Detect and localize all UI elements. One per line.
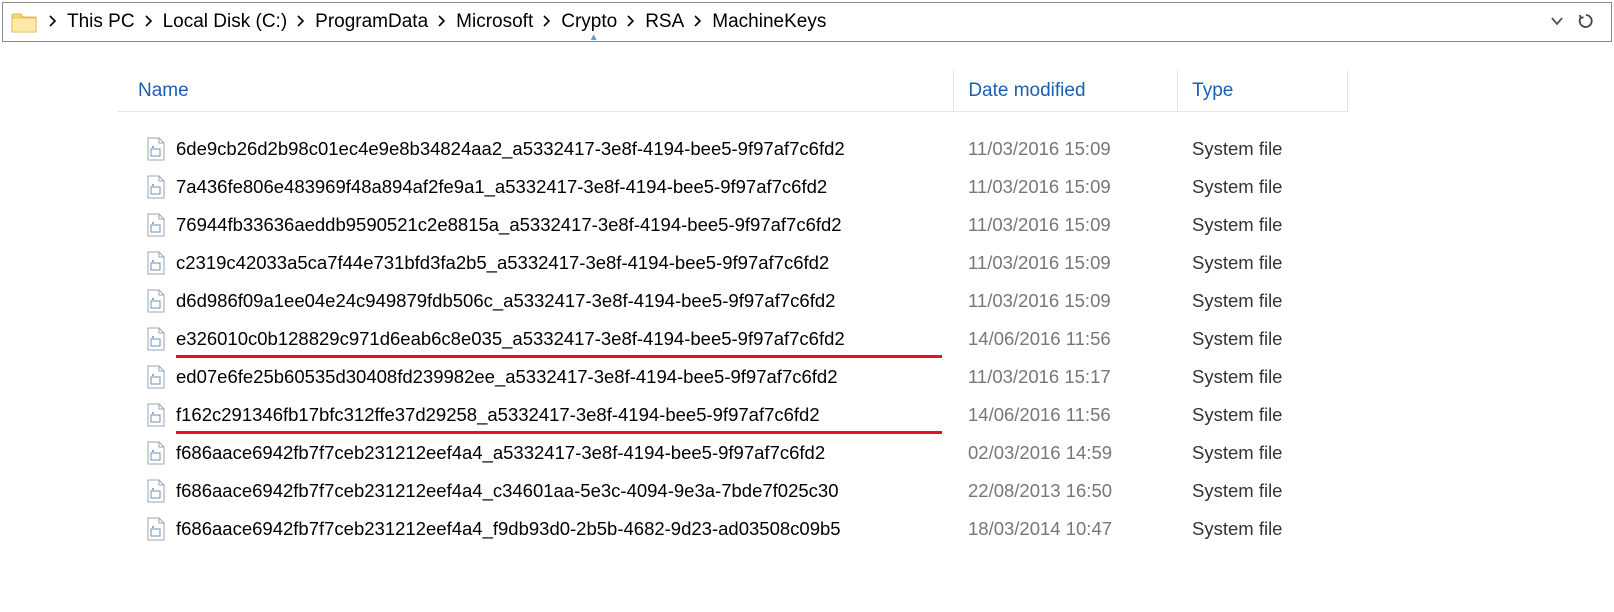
system-file-icon: [146, 441, 166, 465]
file-name: ed07e6fe25b60535d30408fd239982ee_a533241…: [176, 366, 954, 388]
breadcrumb-item[interactable]: This PC: [63, 9, 139, 35]
system-file-icon: [146, 251, 166, 275]
file-date-modified: 11/03/2016 15:09: [954, 176, 1178, 198]
file-type: System file: [1178, 290, 1348, 312]
file-date-modified: 11/03/2016 15:09: [954, 290, 1178, 312]
file-type: System file: [1178, 404, 1348, 426]
system-file-icon: [146, 137, 166, 161]
file-date-modified: 14/06/2016 11:56: [954, 404, 1178, 426]
file-rows-container: 6de9cb26d2b98c01ec4e9e8b34824aa2_a533241…: [118, 112, 1348, 548]
file-row[interactable]: e326010c0b128829c971d6eab6c8e035_a533241…: [118, 320, 1348, 358]
column-header-name[interactable]: Name ▲: [118, 80, 953, 102]
breadcrumb-item[interactable]: MachineKeys: [708, 9, 830, 35]
file-row[interactable]: d6d986f09a1ee04e24c949879fdb506c_a533241…: [118, 282, 1348, 320]
file-type: System file: [1178, 138, 1348, 160]
file-name: c2319c42033a5ca7f44e731bfd3fa2b5_a533241…: [176, 252, 954, 274]
breadcrumb-item[interactable]: RSA: [641, 9, 688, 35]
breadcrumb-item[interactable]: Microsoft: [452, 9, 537, 35]
sort-ascending-icon: ▲: [589, 32, 599, 43]
file-name: 7a436fe806e483969f48a894af2fe9a1_a533241…: [176, 176, 954, 198]
file-date-modified: 11/03/2016 15:09: [954, 252, 1178, 274]
file-type: System file: [1178, 214, 1348, 236]
address-bar[interactable]: This PC Local Disk (C:) ProgramData Microso…: [2, 2, 1612, 42]
folder-icon: [11, 10, 37, 34]
file-row[interactable]: ed07e6fe25b60535d30408fd239982ee_a533241…: [118, 358, 1348, 396]
system-file-icon: [146, 403, 166, 427]
file-row[interactable]: f162c291346fb17bfc312ffe37d29258_a533241…: [118, 396, 1348, 434]
file-list-view: Name ▲ Date modified Type 6de9cb26d2b98c…: [118, 70, 1348, 548]
breadcrumb-separator-icon: [627, 15, 635, 30]
file-row[interactable]: f686aace6942fb7f7ceb231212eef4a4_c34601a…: [118, 472, 1348, 510]
file-name: f686aace6942fb7f7ceb231212eef4a4_f9db93d…: [176, 518, 954, 540]
breadcrumb-item[interactable]: Local Disk (C:): [159, 9, 292, 35]
file-type: System file: [1178, 442, 1348, 464]
system-file-icon: [146, 365, 166, 389]
file-row[interactable]: 76944fb33636aeddb9590521c2e8815a_a533241…: [118, 206, 1348, 244]
column-header-type[interactable]: Type: [1177, 70, 1347, 111]
file-name: 6de9cb26d2b98c01ec4e9e8b34824aa2_a533241…: [176, 138, 954, 160]
breadcrumb-item[interactable]: ProgramData: [311, 9, 432, 35]
file-date-modified: 11/03/2016 15:09: [954, 214, 1178, 236]
file-row[interactable]: 7a436fe806e483969f48a894af2fe9a1_a533241…: [118, 168, 1348, 206]
file-name: f686aace6942fb7f7ceb231212eef4a4_a533241…: [176, 442, 954, 464]
file-row[interactable]: c2319c42033a5ca7f44e731bfd3fa2b5_a533241…: [118, 244, 1348, 282]
file-name: f162c291346fb17bfc312ffe37d29258_a533241…: [176, 404, 954, 426]
file-type: System file: [1178, 518, 1348, 540]
file-row[interactable]: f686aace6942fb7f7ceb231212eef4a4_f9db93d…: [118, 510, 1348, 548]
file-type: System file: [1178, 176, 1348, 198]
file-row[interactable]: 6de9cb26d2b98c01ec4e9e8b34824aa2_a533241…: [118, 130, 1348, 168]
column-header-row: Name ▲ Date modified Type: [118, 70, 1348, 112]
file-type: System file: [1178, 366, 1348, 388]
system-file-icon: [146, 327, 166, 351]
breadcrumb-separator-icon: [297, 15, 305, 30]
breadcrumb-separator-icon: [438, 15, 446, 30]
file-name: e326010c0b128829c971d6eab6c8e035_a533241…: [176, 328, 954, 350]
file-name: 76944fb33636aeddb9590521c2e8815a_a533241…: [176, 214, 954, 236]
system-file-icon: [146, 479, 166, 503]
file-date-modified: 02/03/2016 14:59: [954, 442, 1178, 464]
system-file-icon: [146, 289, 166, 313]
file-name: d6d986f09a1ee04e24c949879fdb506c_a533241…: [176, 290, 954, 312]
file-type: System file: [1178, 480, 1348, 502]
file-date-modified: 11/03/2016 15:09: [954, 138, 1178, 160]
file-type: System file: [1178, 328, 1348, 350]
file-date-modified: 18/03/2014 10:47: [954, 518, 1178, 540]
system-file-icon: [146, 517, 166, 541]
history-dropdown-icon[interactable]: [1549, 13, 1565, 32]
file-date-modified: 14/06/2016 11:56: [954, 328, 1178, 350]
file-row[interactable]: f686aace6942fb7f7ceb231212eef4a4_a533241…: [118, 434, 1348, 472]
column-header-date[interactable]: Date modified: [953, 70, 1177, 111]
breadcrumb: This PC Local Disk (C:) ProgramData Microso…: [43, 9, 1541, 35]
breadcrumb-separator-icon: [694, 15, 702, 30]
system-file-icon: [146, 175, 166, 199]
file-name: f686aace6942fb7f7ceb231212eef4a4_c34601a…: [176, 480, 954, 502]
file-type: System file: [1178, 252, 1348, 274]
breadcrumb-separator-icon: [49, 15, 57, 30]
file-date-modified: 11/03/2016 15:17: [954, 366, 1178, 388]
file-date-modified: 22/08/2013 16:50: [954, 480, 1178, 502]
breadcrumb-separator-icon: [543, 15, 551, 30]
system-file-icon: [146, 213, 166, 237]
breadcrumb-separator-icon: [145, 15, 153, 30]
refresh-icon[interactable]: [1577, 12, 1595, 33]
